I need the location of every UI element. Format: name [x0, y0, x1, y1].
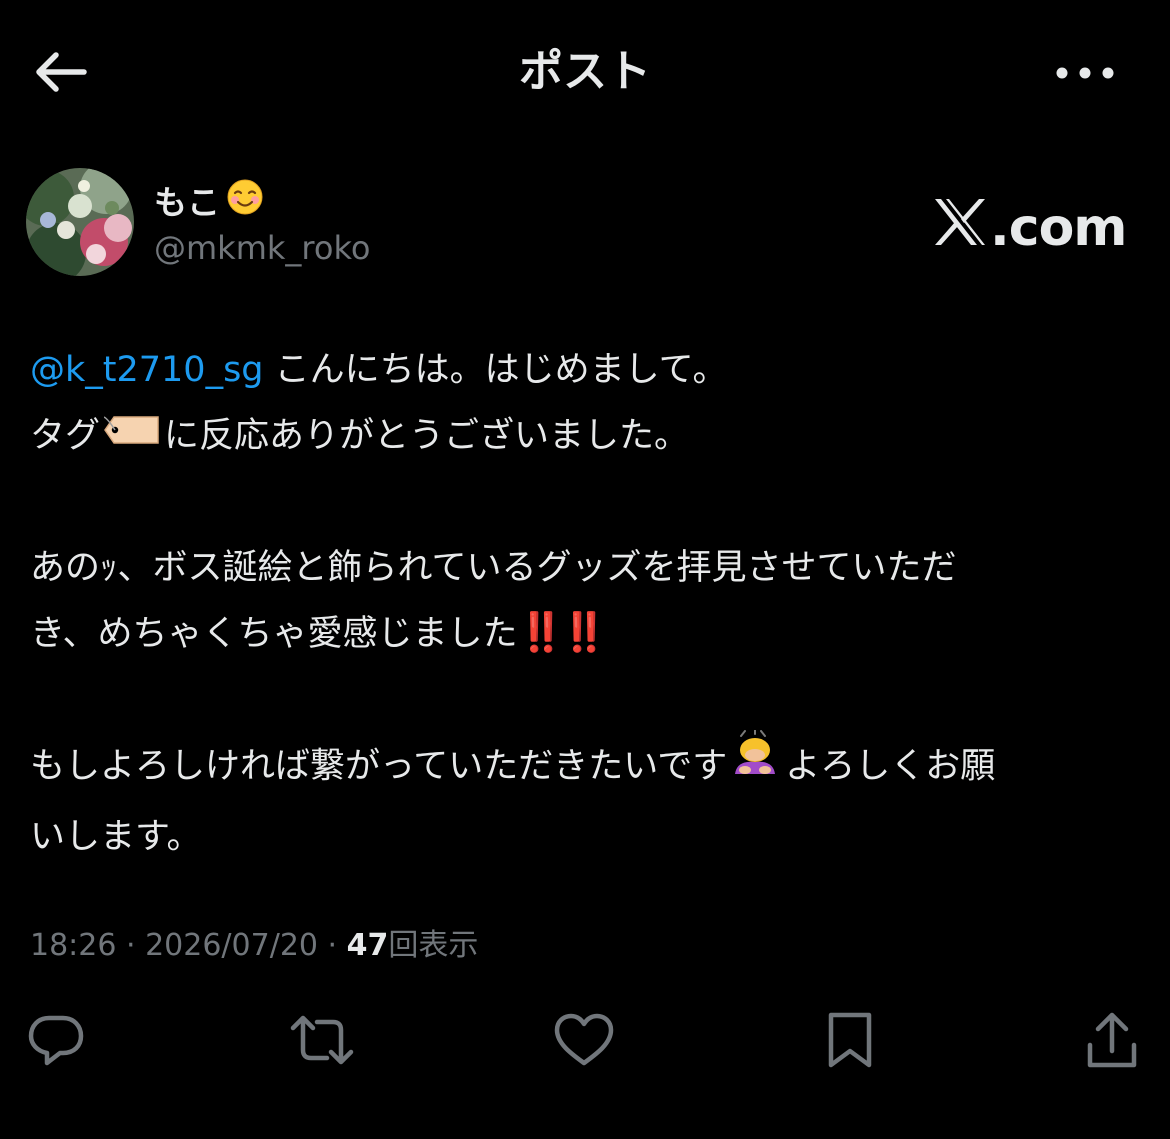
like-button[interactable] — [552, 1010, 616, 1074]
repost-button[interactable] — [290, 1010, 354, 1074]
person-bowing-emoji-icon — [731, 729, 779, 797]
source-badge-text: .com — [990, 198, 1127, 258]
tweet-line: いします。 — [30, 817, 202, 857]
tweet-line-text: よろしくお願 — [785, 746, 996, 787]
author-handle[interactable]: @mkmk_roko — [154, 226, 370, 270]
tweet-meta: 18:26 · 2026/07/20 · 47回表示 — [30, 922, 478, 970]
source-badge: .com — [932, 196, 1127, 260]
x-logo-icon — [932, 197, 988, 260]
label-tag-emoji-icon — [103, 402, 160, 466]
mention-link[interactable]: @k_t2710_sg — [30, 350, 264, 390]
smiling-face-icon — [226, 178, 264, 227]
action-bar — [0, 1010, 1170, 1074]
views-count: 47 — [346, 928, 389, 963]
bookmark-icon — [825, 1011, 875, 1073]
reply-icon — [27, 1013, 85, 1071]
views-label: 回表示 — [388, 928, 479, 963]
more-options-button[interactable] — [1050, 44, 1120, 104]
reply-button[interactable] — [24, 1010, 88, 1074]
display-name-text: もこ — [154, 182, 220, 222]
more-horizontal-icon — [1055, 65, 1115, 84]
repost-icon — [289, 1014, 355, 1070]
heart-icon — [553, 1013, 615, 1071]
tweet-line: き、めちゃくちゃ愛感じました‼️‼️ — [30, 600, 1130, 666]
share-icon — [1084, 1011, 1140, 1073]
tweet-line-text: に反応ありがとうございました。 — [164, 416, 690, 456]
tweet-line-text: タグ — [30, 416, 101, 456]
share-button[interactable] — [1080, 1010, 1144, 1074]
tweet-line-text: き、めちゃくちゃ愛感じました — [30, 614, 518, 654]
meta-separator: · — [116, 928, 146, 963]
double-exclamation-emoji: ‼️‼️ — [517, 610, 609, 654]
author-display-name[interactable]: もこ — [154, 178, 264, 227]
tweet-line: @k_t2710_sg こんにちは。はじめまして。 — [30, 338, 1130, 402]
tweet-line: もしよろしければ繋がっていただきたいです よろしくお願 — [30, 729, 1130, 805]
post-time[interactable]: 18:26 — [30, 928, 116, 963]
top-bar: ポスト — [0, 0, 1170, 145]
tweet-line-text: こんにちは。はじめまして。 — [263, 350, 728, 390]
tweet-line: タグ に反応ありがとうございました。 — [30, 402, 1130, 472]
bookmark-button[interactable] — [818, 1010, 882, 1074]
tweet-line-text: もしよろしければ繋がっていただきたいです — [30, 746, 728, 787]
page-title: ポスト — [519, 46, 651, 97]
avatar[interactable] — [26, 168, 134, 276]
post-date[interactable]: 2026/07/20 — [145, 928, 318, 963]
tweet-text: @k_t2710_sg こんにちは。はじめまして。 タグ に反応ありがとうございま… — [30, 338, 1130, 869]
meta-separator: · — [318, 928, 347, 963]
tweet-line: あのｯ、ボス誕絵と飾られているグッズを拝見させていただ — [30, 548, 957, 588]
